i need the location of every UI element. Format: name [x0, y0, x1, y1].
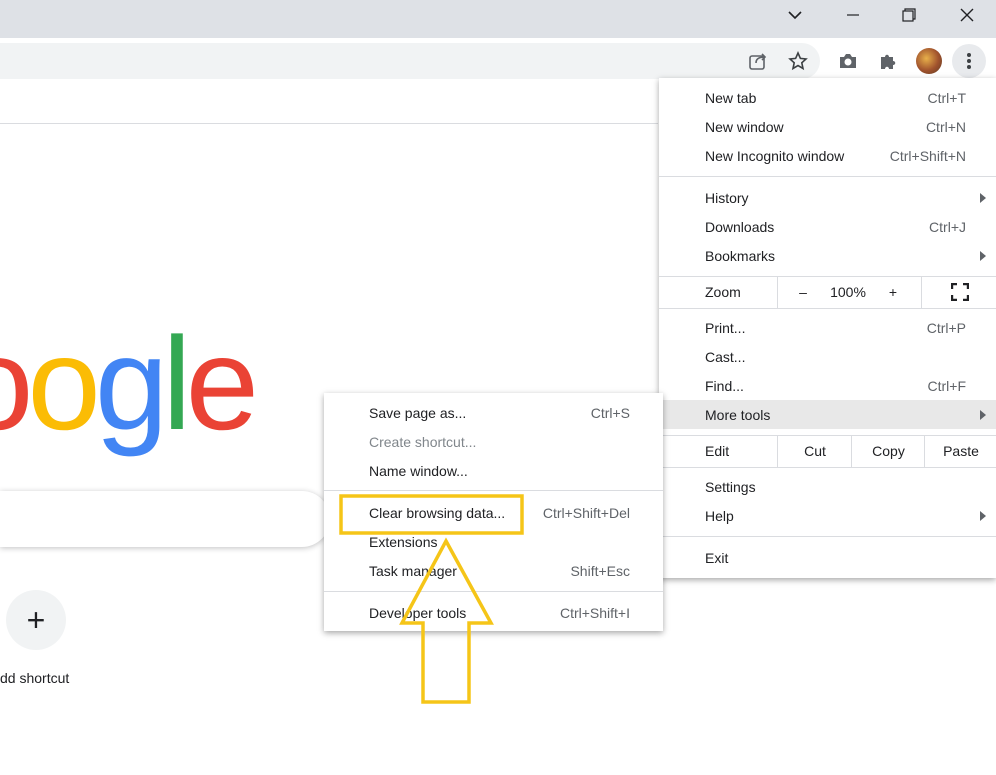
highlight-box [339, 494, 524, 535]
up-arrow-annotation [399, 537, 494, 704]
annotation-overlay [339, 494, 524, 704]
